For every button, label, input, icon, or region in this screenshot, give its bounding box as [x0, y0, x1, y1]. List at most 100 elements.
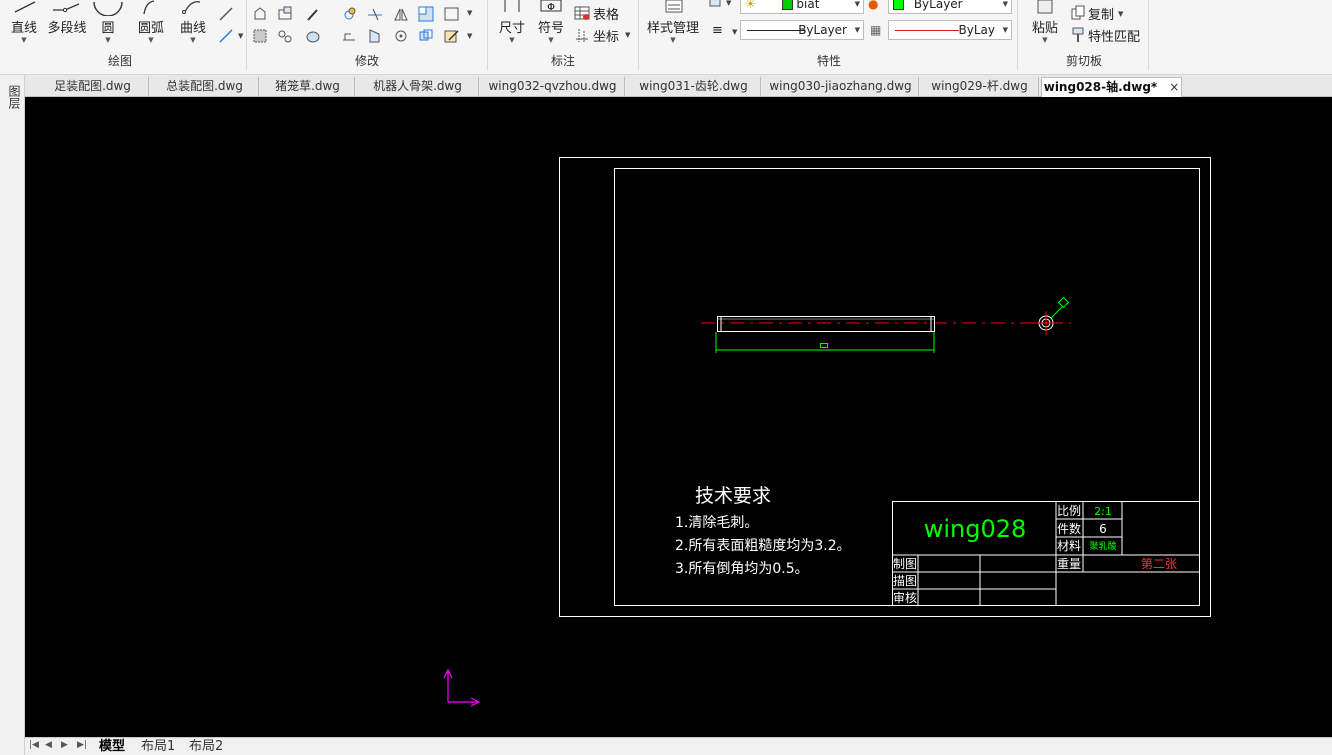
table-icon[interactable]	[574, 5, 590, 21]
tab-document[interactable]: wing032-qvzhou.dwg	[481, 77, 625, 97]
clipboard-panel-title: 剪切板	[1065, 54, 1102, 68]
coordinate-label[interactable]: 坐标	[593, 26, 619, 45]
color-swatch	[893, 0, 904, 10]
color-value: ByLayer	[913, 0, 963, 11]
construction-line-icon[interactable]	[218, 6, 234, 22]
dimension-label: 尺寸	[498, 21, 525, 36]
match-properties-icon[interactable]	[1070, 27, 1086, 43]
array-icon[interactable]	[418, 6, 434, 22]
chevron-down-icon[interactable]: ▼	[467, 9, 472, 17]
drawing-canvas[interactable]: 技术要求 1.清除毛刺。 2.所有表面粗糙度均为3.2。 3.所有倒角均为0.5…	[25, 97, 1332, 737]
symbol-button[interactable]: Φ 符号 ▼	[534, 0, 568, 44]
tab-document[interactable]: 猪笼草.dwg	[261, 77, 355, 97]
rotate-icon[interactable]	[393, 28, 409, 44]
chevron-down-icon[interactable]: ▼	[238, 32, 243, 40]
style-manager-button[interactable]: 样式管理 ▼	[642, 0, 704, 44]
stretch-icon[interactable]	[341, 28, 357, 44]
prev-layout-icon[interactable]: ◀	[45, 740, 52, 750]
leader-marker	[1057, 296, 1070, 309]
dimension-button[interactable]: 尺寸 ▼	[494, 0, 530, 44]
tab-document[interactable]: 机器人骨架.dwg	[357, 77, 479, 97]
boundary-icon[interactable]	[252, 28, 268, 44]
lineweight-combo[interactable]: ByLay ▼	[888, 20, 1012, 40]
chevron-down-icon[interactable]: ▼	[726, 0, 731, 7]
tech-item: 2.所有表面粗糙度均为3.2。	[675, 538, 851, 554]
tab-layout2[interactable]: 布局2	[189, 738, 223, 755]
scale-value: 2:1	[1094, 505, 1112, 518]
circle-button[interactable]: 圆 ▼	[92, 0, 124, 44]
ray-icon[interactable]	[218, 28, 234, 44]
tab-document[interactable]: 足装配图.dwg	[37, 77, 149, 97]
wipeout-icon[interactable]	[277, 28, 293, 44]
polyline-label: 多段线	[47, 21, 87, 36]
layer-combo[interactable]: ☀ biat ▼	[740, 0, 864, 14]
chevron-down-icon: ▼	[105, 36, 111, 44]
chevron-down-icon: ▼	[1042, 36, 1048, 44]
polyline-button[interactable]: 多段线	[44, 0, 90, 36]
rectangle-icon[interactable]	[444, 6, 460, 22]
hatch-icon[interactable]	[252, 6, 268, 22]
trim-icon[interactable]	[367, 6, 383, 22]
tab-document[interactable]: wing029-杆.dwg	[921, 77, 1039, 97]
tab-document[interactable]: wing031-齿轮.dwg	[627, 77, 761, 97]
copy-label[interactable]: 复制	[1088, 4, 1114, 23]
chevron-down-icon: ▼	[548, 36, 554, 44]
linetype-combo[interactable]: ByLayer ▼	[740, 20, 864, 40]
tab-model[interactable]: 模型	[99, 738, 125, 755]
svg-text:Φ: Φ	[547, 2, 555, 13]
copy-array-icon[interactable]	[418, 28, 434, 44]
next-layout-icon[interactable]: ▶	[61, 740, 68, 750]
pick-icon[interactable]	[305, 6, 321, 22]
chevron-down-icon[interactable]: ▼	[1118, 10, 1123, 18]
copy-icon[interactable]	[1070, 5, 1086, 21]
material-label: 材料	[1057, 539, 1081, 553]
scale-icon[interactable]	[367, 28, 383, 44]
tab-document[interactable]: wing030-jiaozhang.dwg	[763, 77, 919, 97]
tab-layout1[interactable]: 布局1	[141, 738, 175, 755]
coordinate-icon[interactable]	[574, 27, 590, 43]
draw-panel-title: 绘图	[107, 54, 132, 68]
color-combo[interactable]: ByLayer ▼	[888, 0, 1012, 14]
count-value: 6	[1099, 522, 1107, 536]
tab-document-active[interactable]: wing028-轴.dwg* ×	[1041, 77, 1182, 97]
layer-value: biat	[796, 0, 820, 11]
chevron-down-icon[interactable]: ▼	[467, 32, 472, 40]
lineweight-icon[interactable]: ≡	[712, 23, 723, 38]
chevron-down-icon: ▼	[148, 36, 154, 44]
arc-label: 圆弧	[137, 21, 164, 36]
revcloud-icon[interactable]	[305, 28, 321, 44]
tab-label: wing032-qvzhou.dwg	[488, 79, 617, 93]
layer-properties-icon[interactable]	[708, 0, 724, 12]
color-wheel-icon[interactable]: ●	[868, 0, 878, 11]
table-label[interactable]: 表格	[593, 4, 619, 23]
chevron-down-icon[interactable]: ▼	[625, 31, 630, 39]
first-layout-icon[interactable]: |◀	[29, 740, 39, 750]
tech-item: 3.所有倒角均为0.5。	[675, 561, 809, 577]
tab-label: wing029-杆.dwg	[931, 79, 1028, 93]
edit-icon[interactable]	[444, 28, 460, 44]
clipboard-panel: 粘贴 ▼ 复制 ▼ 特性匹配 剪切板	[1018, 0, 1150, 75]
match-properties-label[interactable]: 特性匹配	[1088, 26, 1140, 45]
line-button[interactable]: 直线 ▼	[4, 0, 44, 44]
mirror-icon[interactable]	[393, 6, 409, 22]
part-name: wing028	[924, 515, 1027, 543]
close-icon[interactable]: ×	[1169, 80, 1179, 94]
region-icon[interactable]	[277, 6, 293, 22]
linetype-preview	[747, 30, 805, 31]
side-palette: 图层	[0, 75, 25, 755]
chevron-down-icon[interactable]: ▼	[732, 28, 737, 36]
move-icon[interactable]	[341, 6, 357, 22]
arc-button[interactable]: 圆弧 ▼	[132, 0, 170, 44]
tab-document[interactable]: 总装配图.dwg	[151, 77, 259, 97]
curve-button[interactable]: 曲线 ▼	[174, 0, 212, 44]
line-label: 直线	[10, 21, 37, 36]
paste-button[interactable]: 粘贴 ▼	[1026, 0, 1064, 44]
layer-palette-tab[interactable]: 图层	[6, 85, 23, 109]
chevron-down-icon: ▼	[854, 26, 860, 34]
chevron-down-icon: ▼	[1002, 0, 1008, 8]
draw-label: 制图	[893, 557, 917, 571]
plotstyle-icon[interactable]: ▦	[870, 23, 881, 37]
tab-label: 机器人骨架.dwg	[373, 79, 462, 93]
last-layout-icon[interactable]: ▶|	[77, 740, 87, 750]
arc-icon	[143, 0, 155, 14]
